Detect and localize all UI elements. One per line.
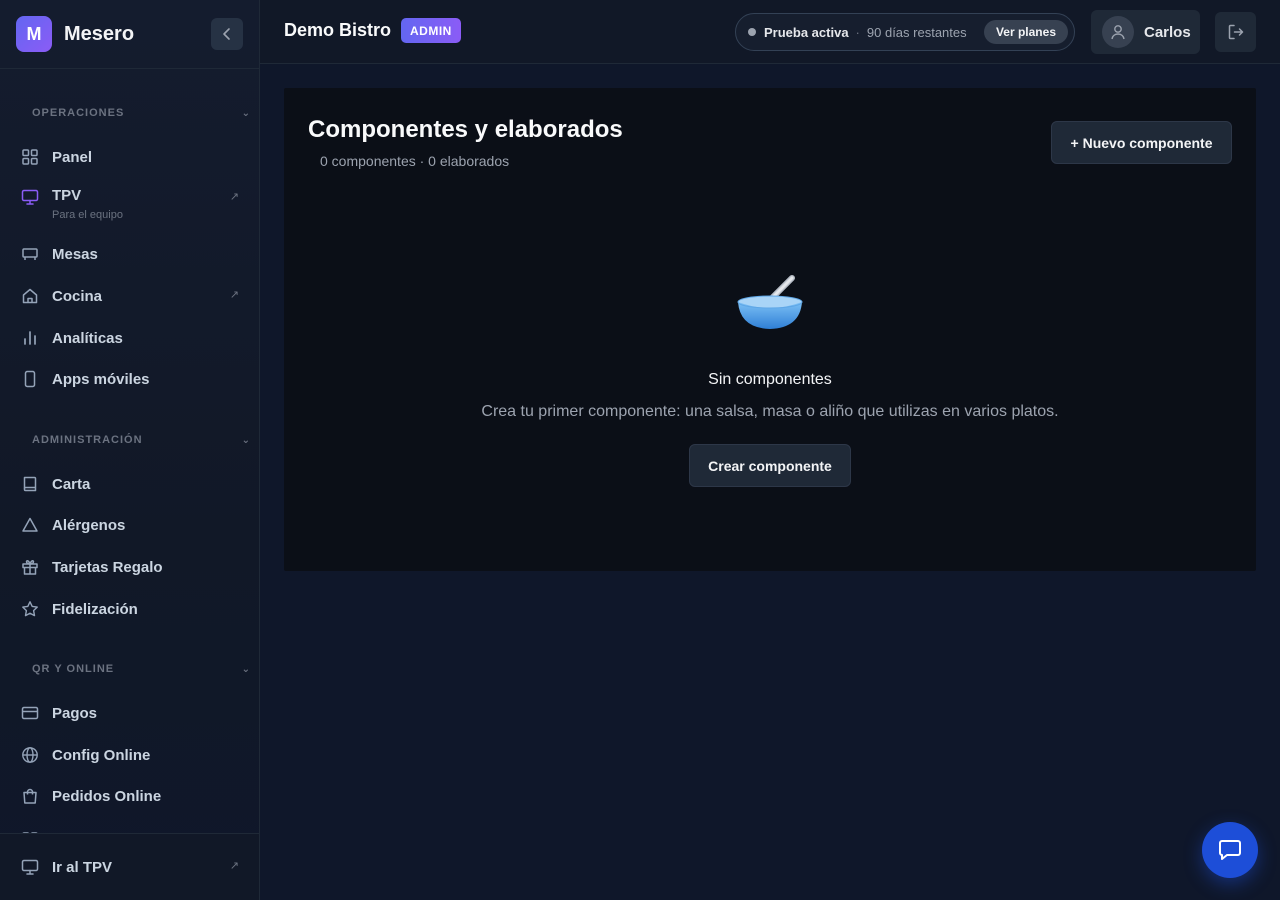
sidebar-item-label: Pagos xyxy=(52,704,98,722)
user-icon xyxy=(1111,25,1125,40)
section-title: QR Y ONLINE xyxy=(32,663,115,675)
sidebar-item-alergenos[interactable]: Alérgenos xyxy=(20,508,239,542)
empty-state-text: Crea tu primer componente: una salsa, ma… xyxy=(481,403,1059,420)
restaurant-name: Demo Bistro xyxy=(284,20,392,40)
globe-icon xyxy=(20,745,40,765)
components-card: Componentes y elaborados 0 componentes ·… xyxy=(284,88,1256,571)
sidebar-item-label: TPV xyxy=(52,187,82,204)
external-link-icon: ↗ xyxy=(229,191,239,203)
collapse-sidebar-button[interactable] xyxy=(211,18,243,50)
chevron-down-icon: ⌄ xyxy=(241,434,251,446)
monitor-icon xyxy=(20,187,40,207)
status-dot-icon xyxy=(748,28,756,36)
external-link-icon: ↗ xyxy=(229,289,239,301)
trial-status-pill: Prueba activa · 90 días restantes Ver pl… xyxy=(735,13,1075,51)
phone-icon xyxy=(20,369,40,389)
sidebar: M Mesero OPERACIONES ⌄ Panel TPV Para el… xyxy=(0,0,260,900)
chat-button[interactable] xyxy=(1202,822,1258,878)
sidebar-item-label: Apps móviles xyxy=(52,370,150,388)
section-operaciones[interactable]: OPERACIONES ⌄ xyxy=(32,106,251,120)
chevron-down-icon: ⌄ xyxy=(241,663,251,675)
trial-separator: · xyxy=(855,24,860,40)
warning-icon xyxy=(20,515,40,535)
sidebar-item-pagos[interactable]: Pagos xyxy=(20,696,239,730)
bowl-icon xyxy=(737,275,803,329)
sidebar-item-pedidos-online[interactable]: Pedidos Online xyxy=(20,779,239,813)
view-plans-button[interactable]: Ver planes xyxy=(983,20,1068,44)
role-badge: ADMIN xyxy=(401,18,461,43)
trial-label: Prueba activa xyxy=(764,24,849,40)
sidebar-item-label: Panel xyxy=(52,148,93,166)
sidebar-item-partial[interactable] xyxy=(20,823,239,833)
sidebar-item-label: Analíticas xyxy=(52,329,123,347)
sidebar-item-analiticas[interactable]: Analíticas xyxy=(20,321,239,355)
sidebar-item-cocina[interactable]: Cocina ↗ xyxy=(20,279,239,313)
brand-logo[interactable]: M xyxy=(16,16,52,52)
empty-state-title: Sin componentes xyxy=(708,371,832,388)
brand-name: Mesero xyxy=(64,22,135,45)
card-icon xyxy=(20,703,40,723)
sidebar-item-panel[interactable]: Panel xyxy=(20,140,239,174)
sidebar-item-label: Config Online xyxy=(52,746,151,764)
bag-icon xyxy=(20,786,40,806)
section-qr-online[interactable]: QR Y ONLINE ⌄ xyxy=(32,662,251,676)
new-component-button[interactable]: + Nuevo componente xyxy=(1051,121,1232,164)
sidebar-item-label: Alérgenos xyxy=(52,516,126,534)
brand-header: M Mesero xyxy=(0,0,259,69)
gift-icon xyxy=(20,557,40,577)
create-component-button[interactable]: Crear componente xyxy=(689,444,851,487)
sidebar-item-tpv[interactable]: TPV Para el equipo ↗ xyxy=(20,181,239,225)
chevron-left-icon xyxy=(223,28,230,40)
sidebar-item-label: Carta xyxy=(52,475,91,493)
sidebar-item-mesas[interactable]: Mesas xyxy=(20,237,239,271)
grid-icon xyxy=(20,147,40,167)
topbar: Demo Bistro ADMIN Prueba activa · 90 día… xyxy=(260,0,1280,64)
sidebar-item-label: Tarjetas Regalo xyxy=(52,558,163,576)
trial-days-remaining: 90 días restantes xyxy=(866,24,967,40)
page-subtitle: 0 componentes · 0 elaborados xyxy=(320,153,510,169)
logout-button[interactable] xyxy=(1215,12,1256,52)
sidebar-item-label: Pedidos Online xyxy=(52,787,162,805)
external-link-icon: ↗ xyxy=(229,860,239,872)
bar-chart-icon xyxy=(20,328,40,348)
table-icon xyxy=(20,244,40,264)
chat-icon xyxy=(1219,840,1241,860)
sidebar-item-carta[interactable]: Carta xyxy=(20,467,239,501)
section-title: OPERACIONES xyxy=(32,107,125,119)
sidebar-item-sublabel: Para el equipo xyxy=(52,209,123,221)
sidebar-nav[interactable]: OPERACIONES ⌄ Panel TPV Para el equipo ↗… xyxy=(0,69,259,833)
section-administracion[interactable]: ADMINISTRACIÓN ⌄ xyxy=(32,433,251,447)
sidebar-item-apps-moviles[interactable]: Apps móviles xyxy=(20,362,239,396)
section-title: ADMINISTRACIÓN xyxy=(32,434,143,446)
sidebar-item-label: Cocina xyxy=(52,287,103,305)
page-title: Componentes y elaborados xyxy=(308,116,623,143)
sidebar-item-label: Mesas xyxy=(52,245,98,263)
chevron-down-icon: ⌄ xyxy=(241,107,251,119)
sidebar-footer: Ir al TPV ↗ xyxy=(0,833,259,900)
sidebar-item-config-online[interactable]: Config Online xyxy=(20,738,239,772)
avatar xyxy=(1102,16,1134,48)
user-menu[interactable]: Carlos xyxy=(1091,10,1200,54)
go-to-tpv-link[interactable]: Ir al TPV ↗ xyxy=(20,850,239,884)
star-icon xyxy=(20,599,40,619)
sidebar-item-tarjetas-regalo[interactable]: Tarjetas Regalo xyxy=(20,550,239,584)
home-icon xyxy=(20,286,40,306)
monitor-icon xyxy=(20,857,40,877)
user-name: Carlos xyxy=(1144,23,1191,41)
sidebar-item-fidelizacion[interactable]: Fidelización xyxy=(20,592,239,626)
logout-icon xyxy=(1228,24,1243,40)
sidebar-footer-label: Ir al TPV xyxy=(52,858,113,876)
sidebar-item-label: Fidelización xyxy=(52,600,138,618)
book-icon xyxy=(20,474,40,494)
